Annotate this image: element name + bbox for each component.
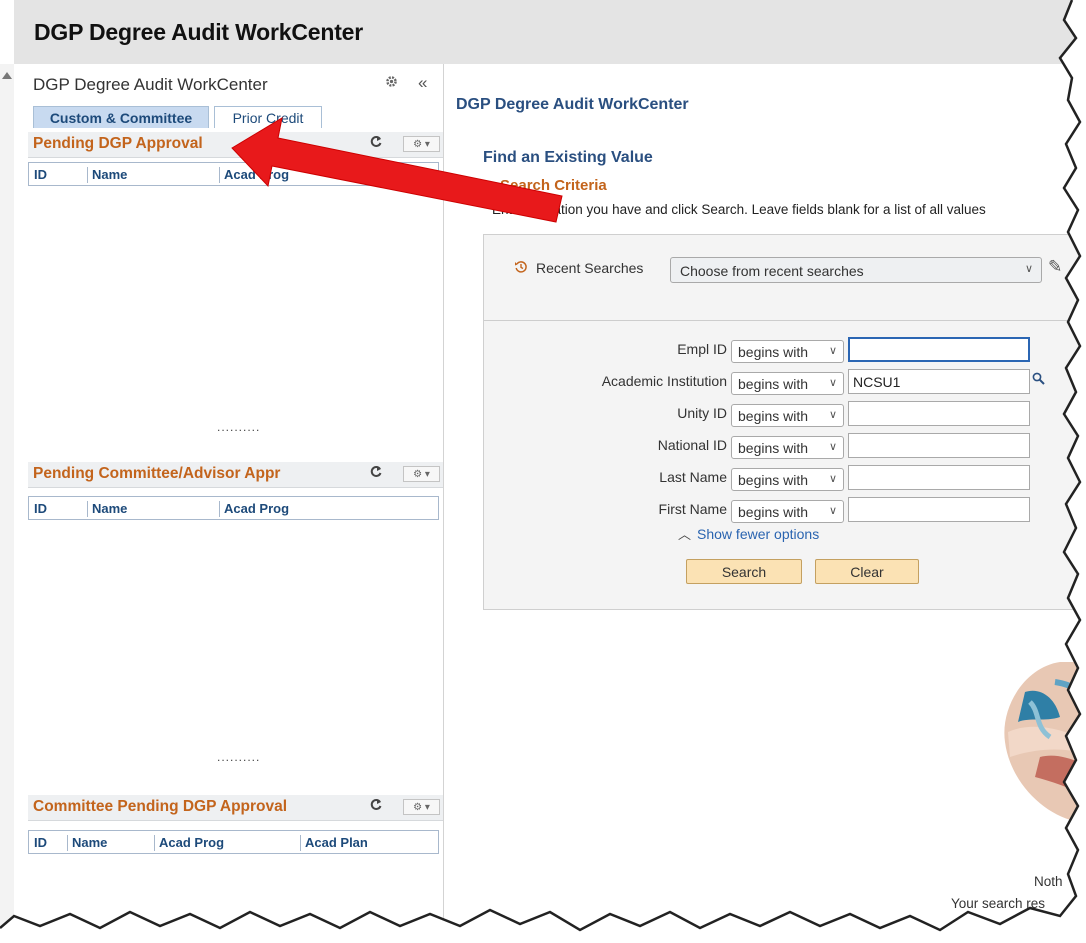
pagelet-header: Committee Pending DGP Approval ⚙ ▾: [28, 795, 443, 821]
chevron-down-icon: ∨: [828, 377, 837, 389]
academic-institution-input[interactable]: [848, 369, 1030, 394]
column-header-acad-prog[interactable]: Acad Prog: [219, 167, 289, 183]
show-fewer-options-link[interactable]: ︿ Show fewer options: [678, 524, 819, 543]
grid-header: ID Name Acad Prog: [28, 496, 439, 520]
no-results-heading: Noth: [1034, 874, 1063, 889]
no-results-illustration: [1000, 662, 1086, 822]
national-id-input[interactable]: [848, 433, 1030, 458]
search-button[interactable]: Search: [686, 559, 802, 584]
page-title: DGP Degree Audit WorkCenter: [34, 19, 364, 45]
field-row-empl-id: Empl ID begins with ∨: [484, 337, 1086, 363]
field-label: National ID: [657, 437, 727, 453]
grid-header: ID Name Acad Prog: [28, 162, 439, 186]
empl-id-input[interactable]: [848, 337, 1030, 362]
operator-select[interactable]: begins with ∨: [731, 436, 844, 459]
column-header-acad-plan[interactable]: Acad Plan: [300, 835, 368, 851]
refresh-icon[interactable]: [370, 135, 382, 152]
find-existing-title: Find an Existing Value: [483, 149, 653, 166]
recent-searches-select[interactable]: Choose from recent searches ∨: [670, 257, 1042, 283]
operator-select[interactable]: begins with ∨: [731, 500, 844, 523]
operator-select[interactable]: begins with ∨: [731, 468, 844, 491]
last-name-input[interactable]: [848, 465, 1030, 490]
chevron-up-icon: ︿: [678, 527, 692, 542]
column-header-id[interactable]: ID: [31, 835, 47, 851]
chevron-down-icon: ∨: [828, 345, 837, 357]
collapse-sidebar-icon[interactable]: «: [418, 73, 427, 93]
pagelet-header: Pending DGP Approval ⚙ ▾: [28, 132, 443, 158]
column-header-name[interactable]: Name: [87, 167, 127, 183]
column-header-name[interactable]: Name: [67, 835, 107, 851]
left-scroll-edge[interactable]: [0, 64, 15, 943]
search-instructions: Ent information you have and click Searc…: [492, 202, 986, 217]
history-icon: [514, 260, 528, 277]
collapse-criteria-icon[interactable]: [479, 181, 491, 189]
unity-id-input[interactable]: [848, 401, 1030, 426]
column-header-name[interactable]: Name: [87, 501, 127, 517]
recent-searches-value: Choose from recent searches: [680, 263, 864, 279]
divider: [484, 320, 1086, 321]
pagelet-title: Committee Pending DGP Approval: [33, 798, 288, 815]
pagelet-header: Pending Committee/Advisor Appr ⚙ ▾: [28, 462, 443, 488]
splitter-handle[interactable]: ..........: [217, 420, 260, 434]
pagelet-options-button[interactable]: ⚙ ▾: [403, 136, 440, 152]
gear-icon[interactable]: [385, 75, 398, 91]
search-criteria-box: Recent Searches Choose from recent searc…: [483, 234, 1086, 610]
magnifier-icon[interactable]: [1032, 372, 1045, 389]
no-results-message: Your search res: [951, 896, 1046, 911]
recent-searches-label: Recent Searches: [536, 260, 644, 276]
pagelet-title: Pending Committee/Advisor Appr: [33, 465, 281, 482]
field-label: Empl ID: [677, 341, 727, 357]
pagelet-title: Pending DGP Approval: [33, 135, 203, 152]
scroll-up-icon[interactable]: [2, 72, 12, 79]
chevron-down-icon: ∨: [828, 441, 837, 453]
chevron-down-icon: ∨: [828, 409, 837, 421]
field-row-academic-institution: Academic Institution begins with ∨: [484, 369, 1086, 395]
pencil-icon[interactable]: ✎: [1048, 257, 1062, 277]
first-name-input[interactable]: [848, 497, 1030, 522]
chevron-down-icon: ∨: [828, 505, 837, 517]
refresh-icon[interactable]: [370, 798, 382, 815]
column-header-acad-prog[interactable]: Acad Prog: [219, 501, 289, 517]
clear-button[interactable]: Clear: [815, 559, 919, 584]
pagelet-options-button[interactable]: ⚙ ▾: [403, 799, 440, 815]
operator-value: begins with: [738, 504, 809, 520]
sidebar-title: DGP Degree Audit WorkCenter: [33, 75, 268, 94]
splitter-handle[interactable]: ..........: [217, 750, 260, 764]
sidebar: DGP Degree Audit WorkCenter « Custom & C…: [14, 64, 444, 943]
page: DGP Degree Audit WorkCenter DGP Degree A…: [0, 0, 1086, 943]
show-fewer-options-label: Show fewer options: [697, 526, 820, 542]
field-row-national-id: National ID begins with ∨: [484, 433, 1086, 459]
main-content: DGP Degree Audit WorkCenter Find an Exis…: [444, 64, 1086, 943]
tab-custom-committee[interactable]: Custom & Committee: [33, 106, 209, 128]
operator-value: begins with: [738, 472, 809, 488]
tab-prior-credit[interactable]: Prior Credit: [214, 106, 322, 128]
chevron-down-icon: ∨: [828, 473, 837, 485]
search-criteria-title[interactable]: Search Criteria: [500, 177, 607, 194]
operator-select[interactable]: begins with ∨: [731, 340, 844, 363]
chevron-down-icon: ∨: [1024, 263, 1033, 275]
field-label: Academic Institution: [601, 373, 727, 389]
operator-select[interactable]: begins with ∨: [731, 404, 844, 427]
operator-value: begins with: [738, 344, 809, 360]
operator-value: begins with: [738, 408, 809, 424]
grid-header: ID Name Acad Prog Acad Plan: [28, 830, 439, 854]
refresh-icon[interactable]: [370, 465, 382, 482]
field-label: Unity ID: [677, 405, 727, 421]
field-row-last-name: Last Name begins with ∨: [484, 465, 1086, 491]
field-label: First Name: [658, 501, 727, 517]
column-header-id[interactable]: ID: [31, 167, 47, 183]
title-bar: DGP Degree Audit WorkCenter: [14, 0, 1086, 65]
operator-select[interactable]: begins with ∨: [731, 372, 844, 395]
component-title: DGP Degree Audit WorkCenter: [456, 96, 689, 113]
operator-value: begins with: [738, 376, 809, 392]
field-row-unity-id: Unity ID begins with ∨: [484, 401, 1086, 427]
pagelet-options-button[interactable]: ⚙ ▾: [403, 466, 440, 482]
column-header-id[interactable]: ID: [31, 501, 47, 517]
column-header-acad-prog[interactable]: Acad Prog: [154, 835, 224, 851]
field-label: Last Name: [659, 469, 727, 485]
field-row-first-name: First Name begins with ∨: [484, 497, 1086, 523]
operator-value: begins with: [738, 440, 809, 456]
